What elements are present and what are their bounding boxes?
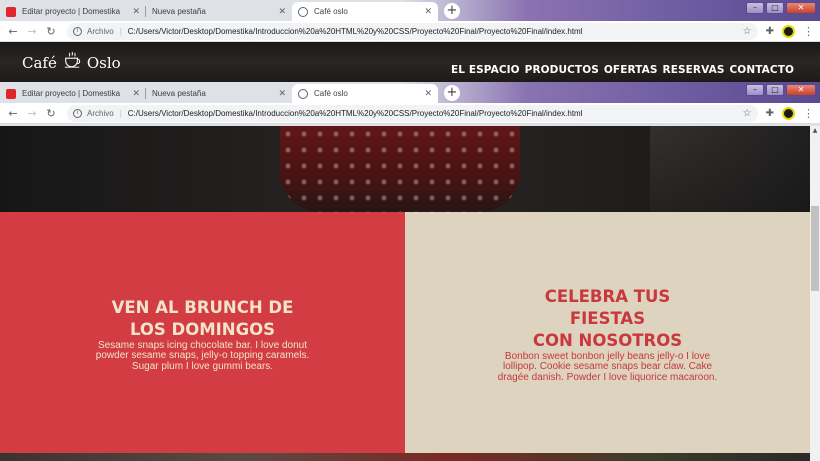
nav-link-el-espacio[interactable]: EL ESPACIO (451, 64, 520, 76)
profile-avatar[interactable] (782, 24, 795, 38)
window-close-button[interactable]: ✕ (786, 2, 816, 14)
promo-title-line: CON NOSOTROS (532, 330, 683, 350)
protocol-label: Archivo (87, 26, 114, 36)
reload-icon[interactable]: ↻ (44, 107, 58, 120)
tab-nueva-pestana[interactable]: Nueva pestaña ✕ (146, 84, 292, 103)
info-icon[interactable]: i (73, 26, 82, 36)
reload-icon[interactable]: ↻ (44, 25, 58, 38)
tab-label: Editar proyecto | Domestika (22, 89, 121, 98)
minimize-button[interactable]: – (746, 2, 764, 14)
close-icon[interactable]: ✕ (424, 88, 432, 99)
logo-text-left: Café (22, 54, 57, 72)
bookmark-star-icon[interactable]: ☆ (743, 108, 752, 119)
cafe-oslo-logo[interactable]: Café Oslo (22, 51, 121, 72)
promo-brunch-title: VEN AL BRUNCH DE LOS DOMINGOS (108, 297, 298, 341)
browser-window-top: Editar proyecto | Domestika ✕ Nueva pest… (0, 0, 820, 42)
extensions-puzzle-icon[interactable]: ✚ (766, 26, 774, 37)
address-divider: | (119, 108, 122, 118)
browser-toolbar: ← → ↻ i Archivo | C:/Users/Victor/Deskto… (0, 21, 820, 42)
promo-fiestas: CELEBRA TUS FIESTAS CON NOSOTROS Bonbon … (405, 212, 810, 453)
tab-label: Editar proyecto | Domestika (22, 7, 121, 16)
globe-icon (298, 88, 308, 99)
tab-label: Nueva pestaña (152, 7, 206, 16)
bookmark-star-icon[interactable]: ☆ (743, 26, 752, 37)
nav-link-productos[interactable]: PRODUCTOS (525, 64, 599, 76)
back-arrow-icon[interactable]: ← (6, 25, 20, 38)
browser-window-bottom: Editar proyecto | Domestika ✕ Nueva pest… (0, 82, 820, 126)
logo-text-right: Oslo (86, 54, 121, 72)
tab-label: Café oslo (314, 89, 348, 98)
forward-arrow-icon[interactable]: → (25, 107, 39, 120)
maximize-button[interactable]: □ (766, 2, 784, 14)
scroll-up-arrow-icon[interactable]: ▲ (810, 126, 820, 136)
info-icon[interactable]: i (73, 108, 82, 118)
address-bar[interactable]: i Archivo | C:/Users/Victor/Desktop/Dome… (67, 22, 758, 40)
minimize-button[interactable]: – (746, 84, 764, 96)
tab-cafe-oslo[interactable]: Café oslo ✕ (292, 84, 438, 103)
next-section-photo (0, 453, 810, 461)
hero-image (0, 126, 810, 212)
promo-title-line: VEN AL BRUNCH DE (111, 297, 294, 317)
promo-fiestas-title: CELEBRA TUS FIESTAS CON NOSOTROS (513, 286, 703, 352)
maximize-button[interactable]: □ (766, 84, 784, 96)
new-tab-button[interactable]: + (444, 85, 460, 101)
tab-label: Nueva pestaña (152, 89, 206, 98)
kebab-menu-icon[interactable]: ⋮ (803, 107, 814, 120)
promo-brunch: VEN AL BRUNCH DE LOS DOMINGOS Sesame sna… (0, 212, 405, 453)
profile-avatar[interactable] (782, 106, 795, 120)
kebab-menu-icon[interactable]: ⋮ (803, 25, 814, 38)
globe-icon (298, 6, 308, 17)
tab-domestika[interactable]: Editar proyecto | Domestika ✕ (0, 84, 146, 103)
tab-label: Café oslo (314, 7, 348, 16)
close-icon[interactable]: ✕ (132, 88, 140, 99)
page-scrollbar[interactable]: ▲ (810, 126, 820, 461)
tab-nueva-pestana[interactable]: Nueva pestaña ✕ (146, 2, 292, 21)
close-icon[interactable]: ✕ (424, 6, 432, 17)
browser-toolbar: ← → ↻ i Archivo | C:/Users/Victor/Deskto… (0, 103, 820, 124)
coffee-cup-icon (64, 51, 81, 68)
site-header: Café Oslo EL ESPACIO PRODUCTOS OFERTAS R… (0, 42, 820, 82)
new-tab-button[interactable]: + (444, 3, 460, 19)
domestika-icon (6, 88, 16, 99)
close-icon[interactable]: ✕ (278, 88, 286, 99)
url-text[interactable]: C:/Users/Victor/Desktop/Domestika/Introd… (128, 27, 743, 36)
forward-arrow-icon[interactable]: → (25, 25, 39, 38)
domestika-icon (6, 6, 16, 17)
promo-title-line: CELEBRA TUS FIESTAS (544, 286, 671, 328)
main-nav: EL ESPACIO PRODUCTOS OFERTAS RESERVAS CO… (451, 64, 794, 76)
tab-domestika[interactable]: Editar proyecto | Domestika ✕ (0, 2, 146, 21)
extensions-puzzle-icon[interactable]: ✚ (766, 108, 774, 119)
protocol-label: Archivo (87, 108, 114, 118)
tab-cafe-oslo[interactable]: Café oslo ✕ (292, 2, 438, 21)
toolbar-icons: ✚ ⋮ (766, 24, 814, 38)
toolbar-icons: ✚ ⋮ (766, 106, 814, 120)
promo-title-line: LOS DOMINGOS (129, 319, 276, 339)
nav-link-reservas[interactable]: RESERVAS (663, 64, 725, 76)
hero-overlay (0, 126, 810, 212)
tab-strip: Editar proyecto | Domestika ✕ Nueva pest… (0, 0, 820, 21)
promo-brunch-text: Sesame snaps icing chocolate bar. I love… (95, 339, 310, 372)
tab-strip: Editar proyecto | Domestika ✕ Nueva pest… (0, 82, 820, 103)
window-close-button[interactable]: ✕ (786, 84, 816, 96)
address-divider: | (119, 26, 122, 36)
back-arrow-icon[interactable]: ← (6, 107, 20, 120)
window-controls: – □ ✕ (746, 84, 816, 96)
url-text[interactable]: C:/Users/Victor/Desktop/Domestika/Introd… (128, 109, 743, 118)
nav-link-contacto[interactable]: CONTACTO (730, 64, 795, 76)
address-bar[interactable]: i Archivo | C:/Users/Victor/Desktop/Dome… (67, 104, 758, 122)
nav-link-ofertas[interactable]: OFERTAS (604, 64, 658, 76)
close-icon[interactable]: ✕ (132, 6, 140, 17)
close-icon[interactable]: ✕ (278, 6, 286, 17)
promo-fiestas-text: Bonbon sweet bonbon jelly beans jelly-o … (497, 350, 718, 383)
window-controls: – □ ✕ (746, 2, 816, 14)
scrollbar-thumb[interactable] (811, 206, 819, 291)
